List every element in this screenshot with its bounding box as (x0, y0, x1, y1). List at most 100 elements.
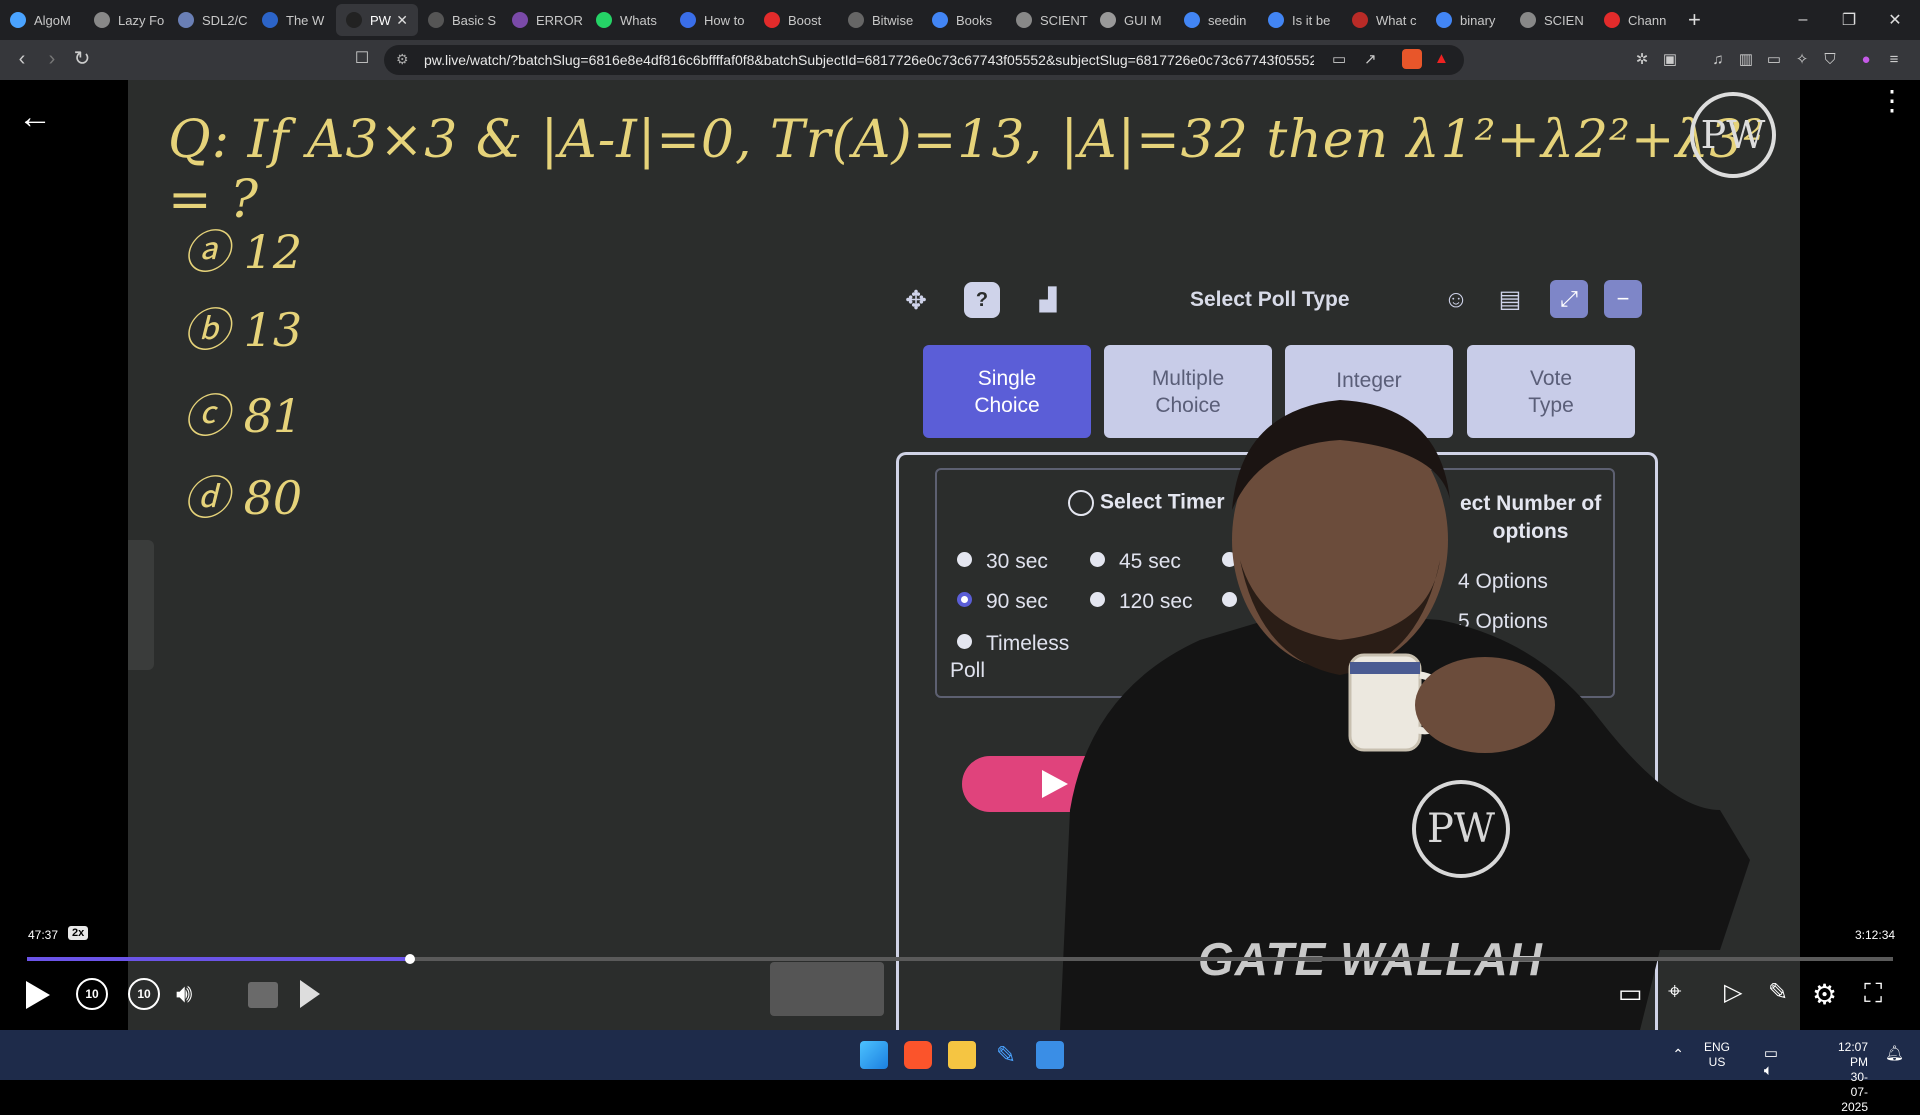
tab-label: What c (1376, 12, 1417, 28)
fullscreen-icon[interactable]: ⛶ (1864, 978, 1882, 1010)
settings-icon[interactable]: ⚙ (1812, 978, 1837, 1011)
notification-bell-icon[interactable]: 🔔︎ (1885, 1044, 1904, 1062)
profile-icon[interactable]: ● (1856, 50, 1876, 70)
browser-tab[interactable]: binary (1426, 4, 1510, 36)
tab-favicon-icon (1520, 12, 1536, 28)
browser-tab[interactable]: PW ✕ (336, 4, 418, 36)
file-explorer-icon[interactable] (948, 1041, 976, 1069)
translate-icon[interactable]: ⌖ (1668, 978, 1682, 1006)
question-text: Q: If A3×3 & |A-I|=0, Tr(A)=13, |A|=32 t… (168, 110, 1766, 230)
browser-tab[interactable]: What c (1342, 4, 1426, 36)
browser-tab[interactable]: SDL2/C (168, 4, 252, 36)
restore-button[interactable]: ❐ (1826, 0, 1872, 40)
tab-favicon-icon (1352, 12, 1368, 28)
browser-tab[interactable]: Is it be (1258, 4, 1342, 36)
browser-tab[interactable]: AlgoM (0, 4, 84, 36)
chat-icon[interactable]: ▤ (1492, 282, 1528, 318)
tab-favicon-icon (932, 12, 948, 28)
progress-knob[interactable] (404, 954, 415, 964)
browser-tab[interactable]: seedin (1174, 4, 1258, 36)
progress-bar[interactable] (27, 954, 1893, 964)
new-tab-button[interactable]: + (1688, 7, 1701, 33)
forward-10-button[interactable]: 10 (128, 978, 160, 1010)
tab-favicon-icon (1268, 12, 1284, 28)
browser-tab[interactable]: GUI M (1090, 4, 1174, 36)
browser-tab[interactable]: How to (670, 4, 754, 36)
site-info-icon[interactable]: ⚙ (396, 51, 409, 68)
tray-chevron-icon[interactable]: ⌃ (1672, 1046, 1684, 1063)
notepad-icon[interactable] (1036, 1041, 1064, 1069)
browser-tab[interactable]: SCIEN (1510, 4, 1594, 36)
forward-icon[interactable]: › (40, 48, 64, 72)
url-bar[interactable]: ⚙ pw.live/watch/?batchSlug=6816e8e4df816… (384, 45, 1464, 75)
language-indicator[interactable]: ENG US (1704, 1040, 1730, 1070)
expand-icon[interactable]: ⤢ (1550, 280, 1588, 318)
sidebar-icon[interactable]: ▥ (1736, 50, 1756, 70)
browser-tab[interactable]: Chann (1594, 4, 1678, 36)
browser-tab[interactable]: SCIENT (1006, 4, 1090, 36)
speed-badge[interactable]: 2x (68, 926, 89, 940)
clock[interactable]: 12:07 PM 30-07-2025 (1838, 1040, 1868, 1115)
back-icon[interactable]: ‹ (10, 48, 34, 72)
back-arrow-icon[interactable]: ← (18, 98, 52, 137)
question-icon[interactable]: ? (964, 282, 1000, 318)
address-bar-row: ‹ › ↻ ☐ ⚙ pw.live/watch/?batchSlug=6816e… (0, 40, 1920, 80)
play-button[interactable] (26, 978, 56, 1012)
close-tab-icon[interactable]: ✕ (396, 12, 408, 29)
browser-tab[interactable]: Whats (586, 4, 670, 36)
annotation-toolbar[interactable] (770, 962, 884, 1016)
side-handle[interactable] (128, 540, 154, 670)
next-icon[interactable] (300, 980, 320, 1008)
start-icon[interactable] (860, 1041, 888, 1069)
move-icon[interactable]: ✥ (898, 282, 934, 318)
brave-taskbar-icon[interactable] (904, 1041, 932, 1069)
option-a: ⓐ 12 (183, 225, 303, 279)
tab-label: Bitwise (872, 12, 914, 28)
leo-icon[interactable]: ✧ (1792, 50, 1812, 70)
duration: 3:12:34 (1855, 928, 1896, 942)
tab-favicon-icon (1016, 12, 1032, 28)
volume-icon[interactable]: 🔊︎ (176, 978, 192, 1010)
more-options-icon[interactable]: ⋮ (1878, 87, 1906, 115)
browser-tab[interactable]: ERROR (502, 4, 586, 36)
tab-label: How to (704, 12, 745, 28)
browser-tab[interactable]: Books (922, 4, 1006, 36)
tab-label: Chann (1628, 12, 1667, 28)
browser-tab[interactable]: Lazy Fo (84, 4, 168, 36)
bookmark-icon[interactable]: ☐ (350, 48, 374, 72)
tab-favicon-icon (1100, 12, 1116, 28)
browser-tab[interactable]: Boost (754, 4, 838, 36)
vpn-icon[interactable]: ⛉ (1820, 50, 1840, 70)
miniplayer-icon[interactable]: ▷ (1724, 978, 1742, 1007)
network-volume-icon[interactable]: ▭ 🔈︎ (1764, 1044, 1778, 1079)
wallet-icon[interactable]: ▭ (1764, 50, 1784, 70)
leaderboard-icon[interactable]: ▟ (1030, 282, 1066, 318)
play-icon (26, 981, 50, 1009)
brave-rewards-icon[interactable]: ▲ (1434, 50, 1449, 67)
extensions-icon[interactable]: ✲ (1632, 50, 1652, 70)
share-icon[interactable]: ↗ (1364, 50, 1377, 68)
minimize-button[interactable]: – (1780, 0, 1826, 40)
presenter-tool-icon[interactable] (248, 982, 278, 1008)
browser-tab[interactable]: Basic S (418, 4, 502, 36)
close-window-button[interactable]: ✕ (1872, 0, 1918, 40)
browser-tab[interactable]: Bitwise (838, 4, 922, 36)
browser-tab[interactable]: The W (252, 4, 336, 36)
reload-icon[interactable]: ↻ (70, 48, 94, 72)
notes-icon[interactable]: ✎ (1768, 978, 1788, 1007)
rewind-10-button[interactable]: 10 (76, 978, 108, 1010)
music-icon[interactable]: ♫ (1708, 50, 1728, 70)
captions-icon[interactable]: ▭ (1618, 978, 1643, 1009)
option-c: ⓒ 81 (183, 389, 303, 443)
pen-app-icon[interactable]: ✎ (992, 1041, 1020, 1069)
brave-shield-icon[interactable] (1402, 49, 1422, 69)
progress-fill (27, 957, 410, 961)
minimize-poll-icon[interactable]: − (1604, 280, 1642, 318)
cast-icon[interactable]: ▭ (1332, 50, 1346, 68)
feedback-icon[interactable]: ☺ (1438, 282, 1474, 318)
tab-label: ERROR (536, 12, 583, 28)
url-text[interactable]: pw.live/watch/?batchSlug=6816e8e4df816c6… (424, 52, 1314, 68)
screenshot-icon[interactable]: ▣ (1660, 50, 1680, 70)
menu-icon[interactable]: ≡ (1884, 50, 1904, 70)
tab-favicon-icon (680, 12, 696, 28)
